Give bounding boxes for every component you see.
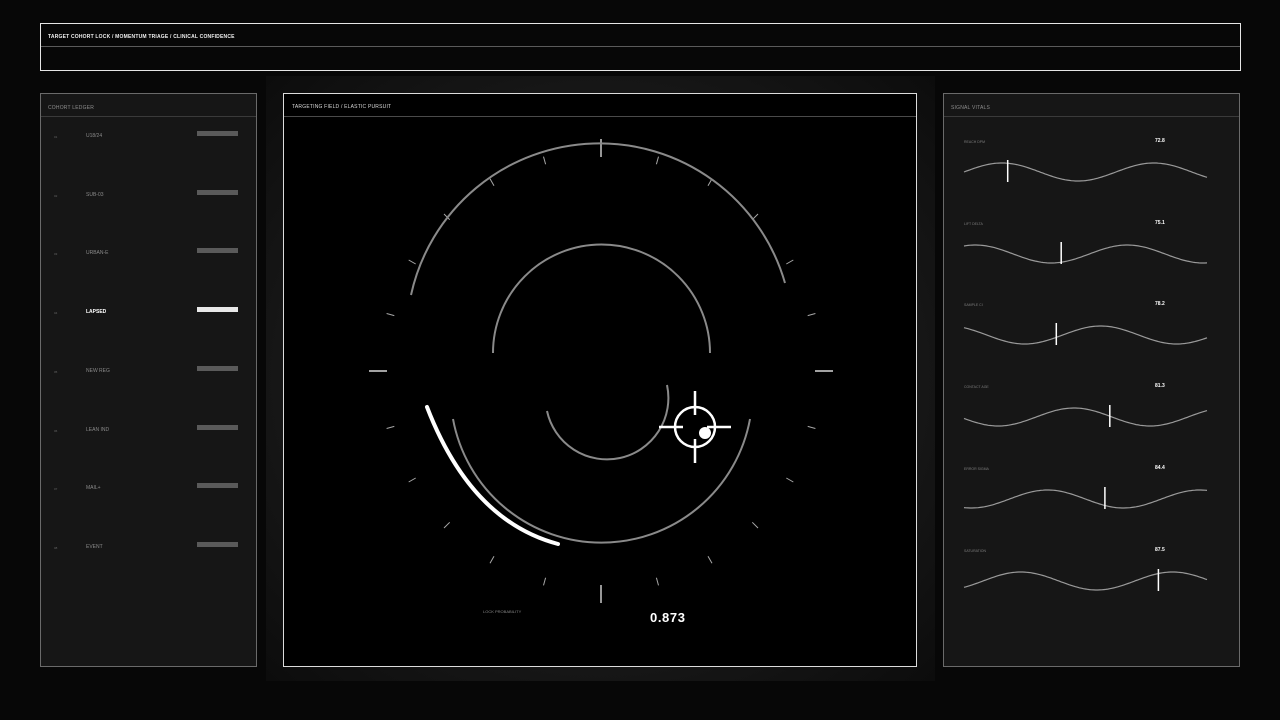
outer-arc (410, 142, 786, 296)
cohort-ledger-panel: COHORT LEDGER 01 U18/24 02 SUB-03 03 URBAN-E 0… (40, 93, 257, 667)
dial-tick (543, 156, 547, 165)
vital-row: LIFT DELTA 75.1 (944, 220, 1239, 280)
dial-tick (655, 156, 659, 165)
ledger-row[interactable]: 02 SUB-03 (41, 189, 256, 204)
waveform-line (963, 570, 1208, 591)
ledger-row-index: 03 (54, 252, 58, 257)
core-arc (546, 384, 670, 461)
ledger-row[interactable]: 05 NEW REG (41, 365, 256, 380)
dial-tick (786, 259, 794, 265)
ledger-row-label: LEAN IND (86, 426, 110, 433)
ledger-row-index: 05 (54, 369, 58, 374)
ledger-row-label: NEW REG (86, 367, 110, 374)
ledger-row-index: 01 (54, 135, 58, 139)
ledger-row-indicator (197, 424, 238, 430)
dial-tick (655, 577, 659, 586)
vital-value: 72.8 (1155, 138, 1165, 144)
dial-ticks (369, 139, 833, 603)
ledger-row-indicator (197, 307, 238, 313)
crosshair-icon (659, 391, 731, 463)
ledger-row-label: LAPSED (86, 309, 107, 316)
dial-tick (489, 178, 495, 186)
ledger-row-label: URBAN-E (86, 250, 109, 257)
targeting-panel: TARGETING FIELD / ELASTIC PURSUIT LOCK P… (283, 93, 917, 667)
vital-waveform (963, 486, 1208, 509)
lock-probability-arc (425, 405, 560, 546)
ledger-row-index: 08 (54, 545, 58, 550)
dial-tick (408, 477, 416, 483)
vital-label: REACH DPM (964, 140, 986, 144)
vital-label: ERROR SIGMA (964, 466, 989, 471)
dial-tick (443, 521, 451, 529)
page-title: TARGET COHORT LOCK / MOMENTUM TRIAGE / C… (48, 34, 235, 40)
vital-waveform (963, 405, 1208, 428)
vital-row: REACH DPM 72.8 (944, 138, 1239, 198)
ledger-row-label: U18/24 (86, 133, 103, 139)
ledger-row-indicator (197, 483, 238, 489)
ledger-row-indicator (197, 365, 238, 371)
inner-upper-arc (492, 243, 711, 354)
waveform-line (963, 489, 1208, 509)
dial-tick (707, 556, 713, 564)
waveform-line (963, 244, 1208, 264)
ledger-row-indicator (197, 131, 238, 136)
dial-tick (543, 577, 547, 586)
vital-value: 87.5 (1155, 546, 1165, 553)
vital-row: CONTACT AGE 81.3 (944, 383, 1239, 443)
waveform-line (963, 407, 1208, 427)
ledger-row[interactable]: 03 URBAN-E (41, 248, 256, 262)
dial-tick (786, 477, 794, 483)
ledger-row-indicator (197, 541, 238, 547)
signal-vitals-panel: SIGNAL VITALS REACH DPM 72.8 LIFT DELTA 75.… (943, 93, 1240, 667)
ledger-row-label: SUB-03 (86, 191, 104, 198)
waveform-line (963, 325, 1208, 345)
vital-label: SATURATION (964, 548, 987, 553)
targeting-field[interactable] (284, 94, 918, 668)
vital-row: ERROR SIGMA 84.4 (944, 465, 1239, 525)
lock-probability-label: LOCK PROBABILITY (483, 609, 522, 614)
panel-divider (944, 116, 1239, 117)
dial-tick (408, 259, 416, 265)
lock-probability-value: 0.873 (650, 610, 686, 625)
dial-tick (489, 556, 495, 564)
ledger-row-index: 07 (54, 487, 58, 492)
vital-value: 84.4 (1155, 464, 1165, 471)
vital-waveform (963, 241, 1208, 264)
vital-row: SAMPLE CI 78.2 (944, 301, 1239, 361)
ledger-row[interactable]: 07 MAIL+ (41, 483, 256, 497)
vital-label: LIFT DELTA (964, 221, 983, 226)
ledger-row-indicator (197, 189, 238, 195)
vital-value: 78.2 (1155, 301, 1165, 308)
dial-tick (386, 425, 395, 429)
ledger-row-label: EVENT (86, 543, 103, 550)
vital-waveform (963, 323, 1208, 346)
ledger-row[interactable]: 06 LEAN IND (41, 424, 256, 439)
panel-divider (41, 116, 256, 117)
vital-waveform (963, 568, 1208, 591)
vital-label: CONTACT AGE (964, 385, 989, 390)
ledger-row-label: MAIL+ (86, 485, 101, 492)
ledger-row[interactable]: 08 EVENT (41, 541, 256, 556)
ledger-row[interactable]: 04 LAPSED (41, 307, 256, 321)
ledger-row-indicator (197, 248, 238, 254)
cohort-ledger-title: COHORT LEDGER (48, 105, 95, 111)
vital-value: 81.3 (1155, 383, 1165, 390)
header-bar: TARGET COHORT LOCK / MOMENTUM TRIAGE / C… (40, 23, 1241, 71)
signal-vitals-title: SIGNAL VITALS (951, 105, 991, 111)
vital-row: SATURATION 87.5 (944, 547, 1239, 607)
vital-value: 75.1 (1155, 219, 1165, 226)
vital-label: SAMPLE CI (964, 303, 983, 308)
dial-tick (807, 425, 816, 429)
dial-tick (751, 521, 759, 529)
dial-tick (807, 313, 816, 317)
ledger-row-index: 06 (54, 428, 58, 433)
vital-waveform (963, 160, 1208, 182)
ledger-row-index: 04 (54, 311, 58, 316)
ledger-row-index: 02 (54, 193, 58, 198)
ledger-row[interactable]: 01 U18/24 (41, 131, 256, 145)
waveform-line (963, 162, 1208, 182)
header-divider (41, 46, 1240, 47)
dial-tick (386, 313, 395, 317)
